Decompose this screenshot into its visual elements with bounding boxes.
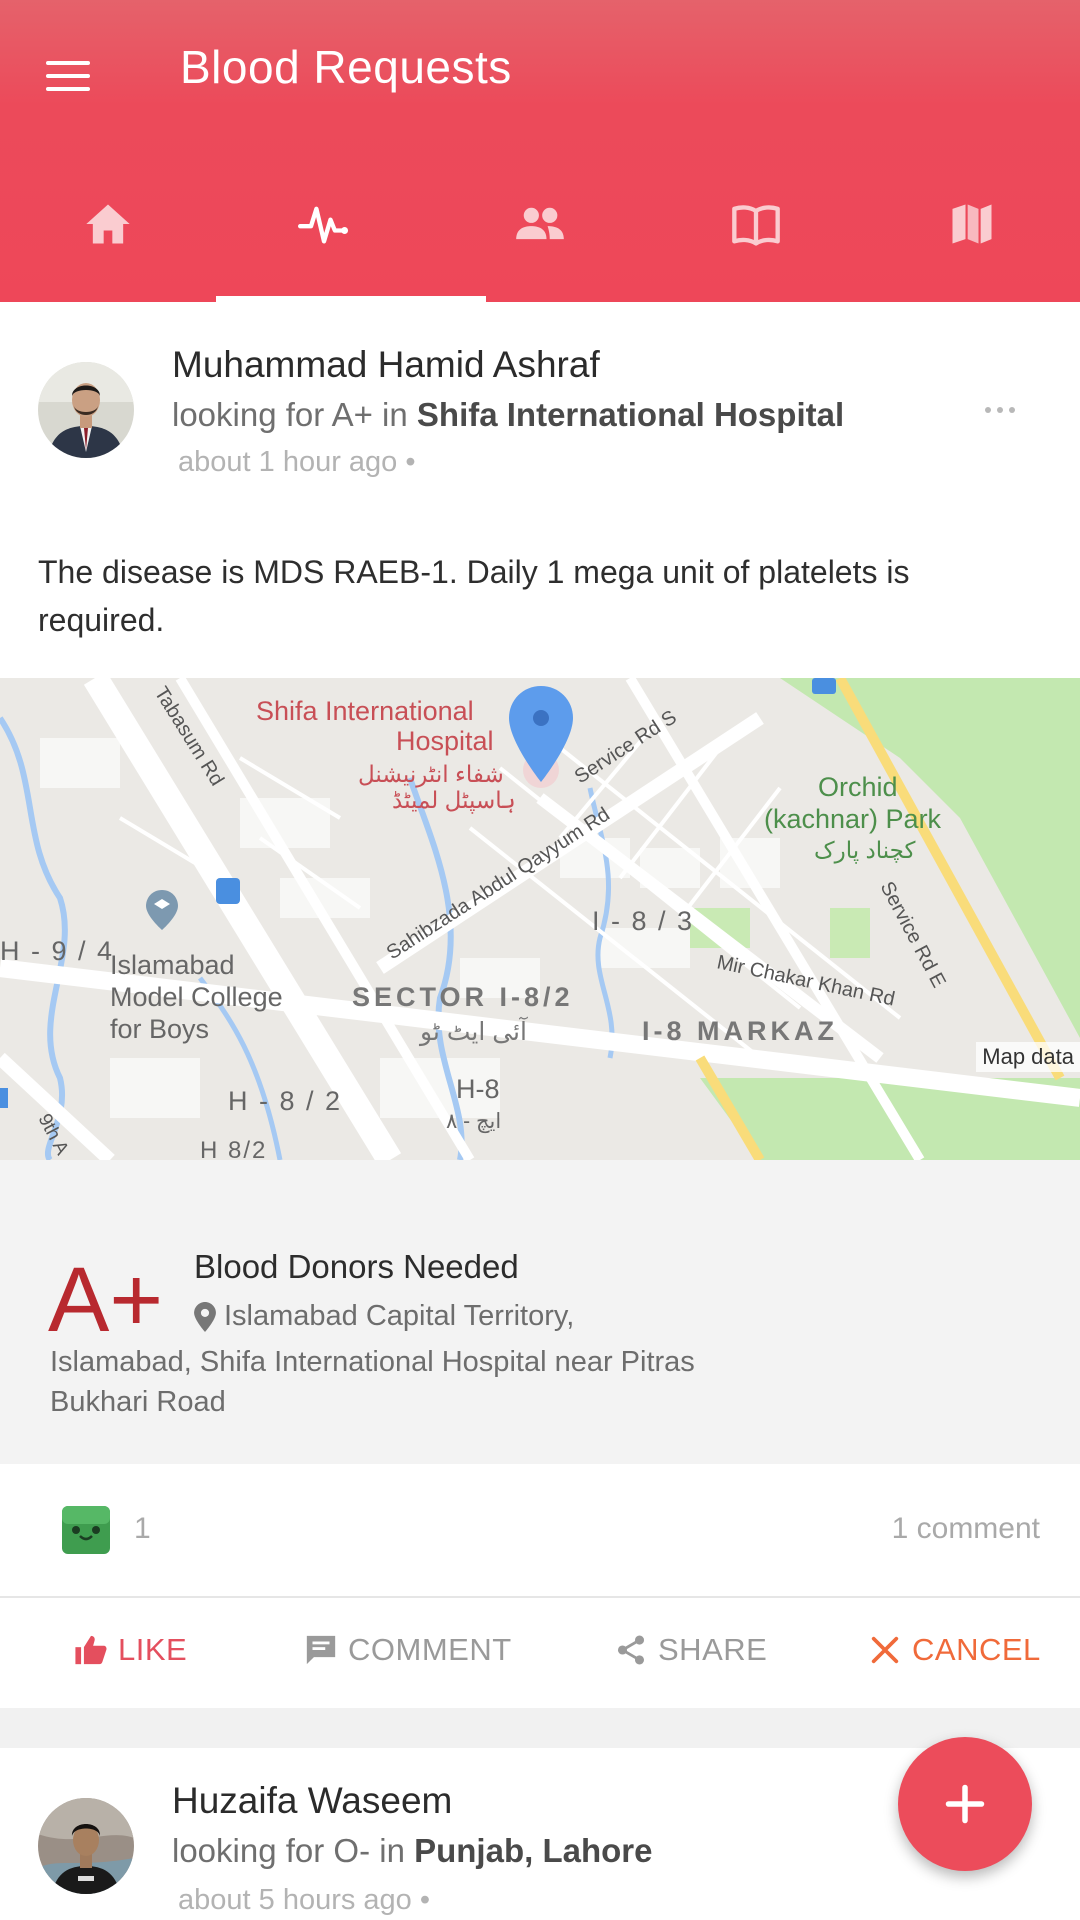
svg-text:ہاسپٹل لمیٹڈ: ہاسپٹل لمیٹڈ: [392, 787, 516, 814]
map-icon: [952, 204, 992, 244]
address-line: Islamabad Capital Territory,: [194, 1300, 574, 1333]
timestamp: about 5 hours ago •: [178, 1884, 431, 1916]
app-screen: Blood Requests Muhammad Hamid Ashraf loo…: [0, 0, 1080, 1920]
comment-count[interactable]: 1 comment: [892, 1512, 1040, 1546]
plus-icon: [945, 1784, 985, 1824]
pulse-icon: [298, 206, 349, 244]
svg-text:ایچ - ٨: ایچ - ٨: [446, 1110, 501, 1134]
svg-text:H - 8 / 2: H - 8 / 2: [228, 1086, 342, 1116]
cancel-button[interactable]: CANCEL: [868, 1632, 1041, 1668]
tab-home[interactable]: [0, 170, 216, 302]
svg-text:Islamabad: Islamabad: [110, 950, 235, 980]
author-name[interactable]: Huzaifa Waseem: [172, 1780, 452, 1822]
hamburger-menu-icon: [46, 61, 90, 91]
author-name[interactable]: Muhammad Hamid Ashraf: [172, 344, 600, 386]
people-icon: [516, 207, 564, 240]
tab-requests[interactable]: [216, 170, 432, 302]
post-actions: LIKE COMMENT SHARE CANCEL: [0, 1598, 1080, 1708]
home-icon: [86, 204, 130, 244]
add-request-button[interactable]: [898, 1737, 1032, 1871]
svg-text:H - 9 / 4: H - 9 / 4: [0, 936, 114, 966]
svg-text:Orchid: Orchid: [818, 772, 898, 802]
svg-text:H 8/2: H 8/2: [200, 1137, 267, 1160]
comment-icon: [306, 1635, 336, 1665]
looking-for-text: looking for O- in Punjab, Lahore: [172, 1832, 653, 1869]
tab-donors[interactable]: [432, 170, 648, 302]
user-photo: [38, 1798, 134, 1894]
svg-text:Model College: Model College: [110, 982, 283, 1012]
address-rest: Islamabad, Shifa International Hospital …: [50, 1346, 695, 1418]
menu-button[interactable]: [36, 44, 100, 108]
location-map[interactable]: Shifa International Hospital شفاء انٹرنی…: [0, 678, 1080, 1160]
map-attribution: Map data: [976, 1042, 1080, 1072]
location-pin-icon: [194, 1301, 216, 1332]
book-icon: [732, 205, 780, 246]
timestamp: about 1 hour ago •: [178, 446, 416, 478]
svg-text:H-8: H-8: [456, 1074, 500, 1104]
request-card: Muhammad Hamid Ashraf looking for A+ in …: [0, 302, 1080, 1708]
more-options-button[interactable]: [970, 390, 1030, 430]
blood-type: A+: [48, 1249, 164, 1351]
svg-text:(kachnar) Park: (kachnar) Park: [764, 804, 942, 834]
user-photo: [38, 362, 134, 458]
reaction-summary: 1 1 comment: [0, 1464, 1080, 1598]
tab-bar: [0, 170, 1080, 302]
looking-for-text: looking for A+ in Shifa International Ho…: [172, 396, 845, 433]
avatar[interactable]: [38, 362, 134, 458]
donors-needed-title: Blood Donors Needed: [194, 1248, 519, 1285]
like-button[interactable]: LIKE: [74, 1632, 187, 1668]
svg-text:SECTOR I-8/2: SECTOR I-8/2: [352, 982, 574, 1012]
svg-text:I - 8 / 3: I - 8 / 3: [592, 906, 694, 936]
svg-text:شفاء انٹرنیشنل: شفاء انٹرنیشنل: [358, 761, 504, 788]
svg-text:Shifa International: Shifa International: [256, 696, 474, 726]
svg-text:for Boys: for Boys: [110, 1014, 209, 1044]
thumbs-up-icon: [75, 1635, 107, 1665]
svg-text:Hospital: Hospital: [396, 726, 494, 756]
smiley-reaction-icon[interactable]: [62, 1506, 110, 1554]
svg-text:کچناد پارک: کچناد پارک: [814, 837, 916, 864]
close-icon: [871, 1636, 899, 1664]
location-name[interactable]: Punjab, Lahore: [414, 1832, 652, 1869]
tab-map[interactable]: [864, 170, 1080, 302]
map-graphic: Shifa International Hospital شفاء انٹرنی…: [0, 678, 1080, 1160]
tab-guide[interactable]: [648, 170, 864, 302]
post-text: The disease is MDS RAEB-1. Daily 1 mega …: [38, 554, 910, 638]
svg-text:آئی ایٹ ٹو: آئی ایٹ ٹو: [418, 1016, 528, 1047]
share-icon: [617, 1635, 645, 1665]
share-button[interactable]: SHARE: [614, 1632, 767, 1668]
page-title: Blood Requests: [180, 41, 512, 93]
more-dots-icon: [985, 407, 991, 413]
comment-button[interactable]: COMMENT: [304, 1632, 512, 1668]
reaction-count[interactable]: 1: [134, 1512, 151, 1546]
blood-request-summary: A+ Blood Donors Needed Islamabad Capital…: [0, 1160, 1080, 1464]
svg-text:I-8 MARKAZ: I-8 MARKAZ: [642, 1016, 838, 1046]
hospital-name[interactable]: Shifa International Hospital: [417, 396, 844, 433]
app-header: Blood Requests: [0, 0, 1080, 302]
avatar[interactable]: [38, 1798, 134, 1894]
